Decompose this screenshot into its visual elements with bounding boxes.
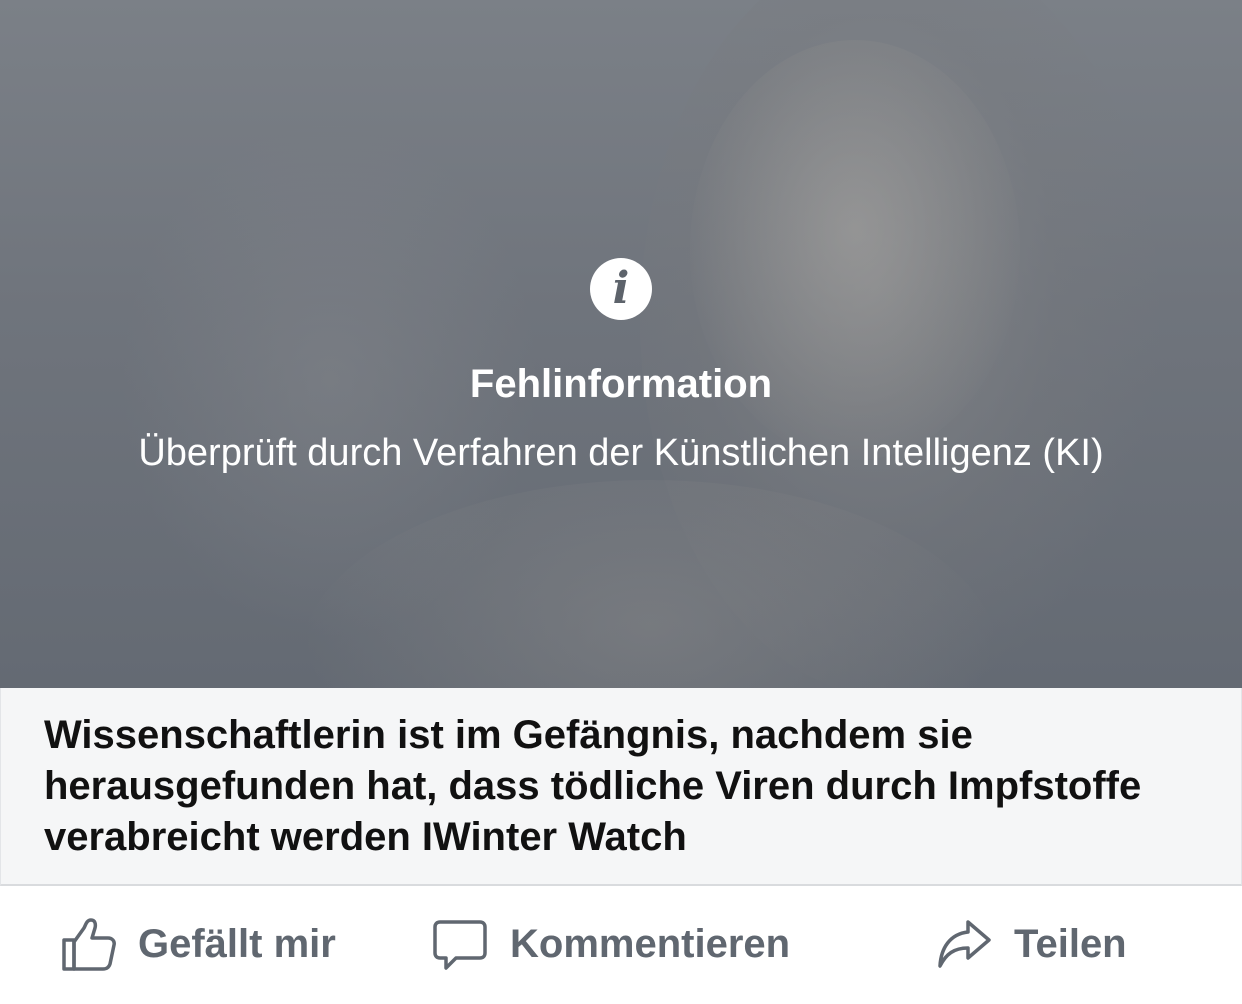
warning-subtitle: Überprüft durch Verfahren der Künstliche… [138, 432, 1104, 474]
action-bar: Gefällt mir Kommentieren Teilen [0, 886, 1242, 1004]
like-label: Gefällt mir [138, 921, 336, 966]
thumbs-up-icon [62, 918, 116, 971]
link-preview[interactable]: Wissenschaftlerin ist im Gefängnis, nach… [0, 688, 1242, 886]
share-icon [938, 920, 991, 968]
like-button[interactable]: Gefällt mir [60, 916, 336, 972]
link-headline[interactable]: Wissenschaftlerin ist im Gefängnis, nach… [44, 710, 1184, 863]
misinformation-overlay: i Fehlinformation Überprüft durch Verfah… [0, 0, 1242, 688]
comment-label: Kommentieren [510, 921, 791, 966]
share-button[interactable]: Teilen [936, 916, 1127, 972]
share-label: Teilen [1014, 921, 1127, 966]
comment-icon [433, 920, 487, 970]
post: i Fehlinformation Überprüft durch Verfah… [0, 0, 1242, 1004]
info-icon: i [590, 258, 652, 320]
post-media-blurred[interactable]: i Fehlinformation Überprüft durch Verfah… [0, 0, 1242, 688]
warning-title: Fehlinformation [469, 362, 773, 406]
comment-button[interactable]: Kommentieren [432, 916, 790, 972]
